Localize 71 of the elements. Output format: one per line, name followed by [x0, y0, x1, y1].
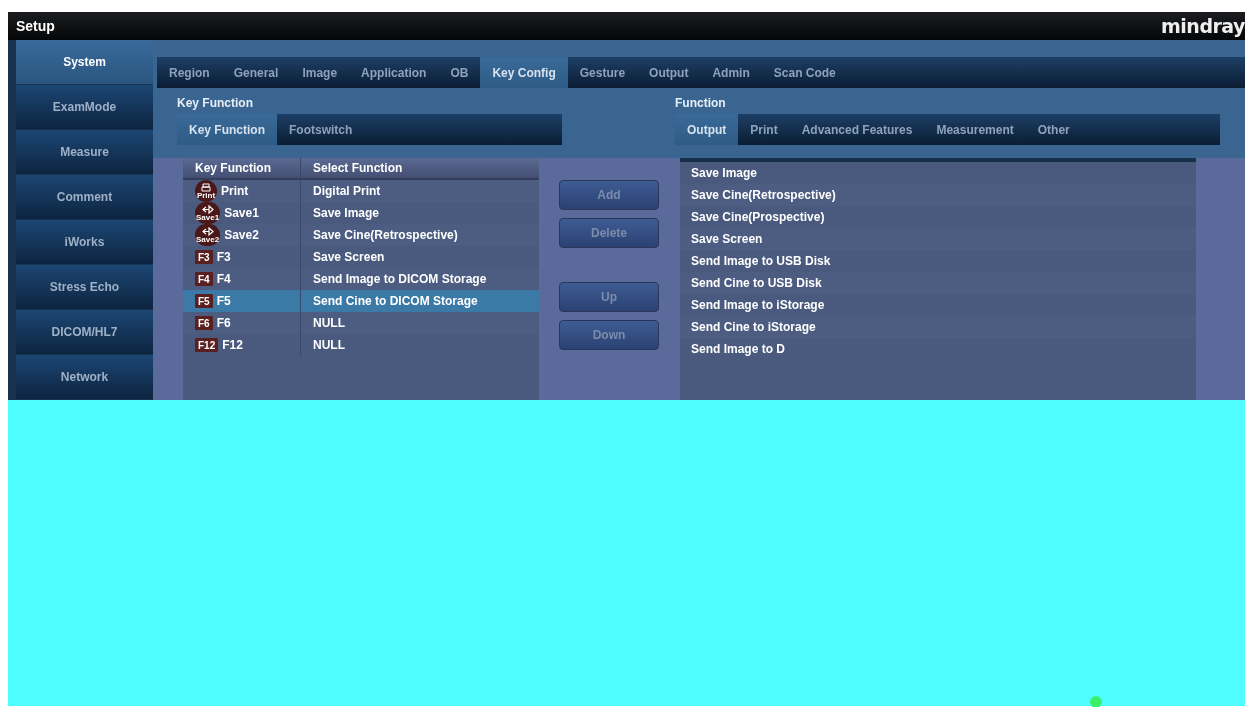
- function-name: NULL: [313, 316, 345, 330]
- window-title: Setup: [16, 18, 55, 34]
- tab[interactable]: Print: [738, 114, 790, 145]
- table-row[interactable]: Save2 Save2 Save Cine(Retrospective): [183, 224, 539, 246]
- tab[interactable]: Footswitch: [277, 114, 365, 145]
- key-badge: F12: [195, 338, 219, 352]
- tab[interactable]: Application: [349, 57, 439, 88]
- tab[interactable]: Scan Code: [761, 57, 848, 88]
- table-row[interactable]: F4 F4 Send Image to DICOM Storage: [183, 268, 539, 290]
- tab[interactable]: Output: [675, 114, 739, 145]
- key-name: F3: [216, 250, 231, 264]
- sidebar-item[interactable]: ExamMode: [16, 85, 153, 129]
- key-name: F12: [222, 338, 243, 352]
- function-name: NULL: [313, 338, 345, 352]
- tab[interactable]: Region: [157, 57, 222, 88]
- table-row[interactable]: F5 F5 Send Cine to DICOM Storage: [183, 290, 539, 312]
- key-badge: Save1: [195, 202, 221, 224]
- sidebar-item[interactable]: DICOM/HL7: [16, 310, 153, 354]
- sidebar-item[interactable]: Network: [16, 355, 153, 399]
- key-name: F5: [216, 294, 231, 308]
- function-name: Save Cine(Retrospective): [313, 228, 458, 242]
- tab[interactable]: Measurement: [924, 114, 1026, 145]
- tab[interactable]: Key Function: [177, 114, 277, 145]
- function-item[interactable]: Save Cine(Retrospective): [680, 184, 1196, 206]
- tab[interactable]: Advanced Features: [789, 114, 925, 145]
- tab[interactable]: OB: [438, 57, 481, 88]
- key-name: F6: [216, 316, 231, 330]
- section-title: Key Function: [177, 95, 254, 112]
- glitch-dot: [1090, 696, 1102, 707]
- function-name: Send Image to DICOM Storage: [313, 272, 487, 286]
- tab[interactable]: Output: [637, 57, 701, 88]
- sidebar-item[interactable]: Comment: [16, 175, 153, 219]
- key-badge: F6: [195, 316, 213, 330]
- key-badge: F5: [195, 294, 213, 308]
- column-header: Select Function: [300, 158, 539, 178]
- table-row[interactable]: Print Print Digital Print: [183, 180, 539, 202]
- brand-logo: mindray: [1161, 15, 1245, 37]
- key-badge: F4: [195, 272, 213, 286]
- key-badge: Print: [195, 180, 217, 202]
- function-name: Save Image: [313, 206, 380, 220]
- sidebar-item[interactable]: Stress Echo: [16, 265, 153, 309]
- function-name: Save Screen: [313, 250, 385, 264]
- function-item[interactable]: Save Screen: [680, 228, 1196, 250]
- function-item[interactable]: Save Image: [680, 162, 1196, 184]
- key-name: F4: [216, 272, 231, 286]
- sidebar-item[interactable]: Measure: [16, 130, 153, 174]
- sidebar-item[interactable]: iWorks: [16, 220, 153, 264]
- table-row[interactable]: F12 F12 NULL: [183, 334, 539, 356]
- key-name: Save1: [224, 206, 259, 220]
- function-item[interactable]: Send Cine to iStorage: [680, 316, 1196, 338]
- key-name: Print: [221, 184, 249, 198]
- column-header: Key Function: [194, 160, 272, 177]
- function-item[interactable]: Save Cine(Prospective): [680, 206, 1196, 228]
- tab[interactable]: Admin: [700, 57, 762, 88]
- tab[interactable]: Key Config: [480, 57, 568, 88]
- function-item[interactable]: Send Image to iStorage: [680, 294, 1196, 316]
- tab[interactable]: Other: [1025, 114, 1082, 145]
- tab[interactable]: Gesture: [567, 57, 638, 88]
- function-item[interactable]: Send Image to D: [680, 338, 1196, 360]
- function-item[interactable]: Send Image to USB Disk: [680, 250, 1196, 272]
- sidebar-item[interactable]: System: [16, 40, 153, 84]
- tab[interactable]: General: [221, 57, 291, 88]
- function-item[interactable]: Send Cine to USB Disk: [680, 272, 1196, 294]
- key-name: Save2: [224, 228, 259, 242]
- key-badge: Save2: [195, 224, 221, 246]
- key-badge: F3: [195, 250, 213, 264]
- function-name: Send Cine to DICOM Storage: [313, 294, 478, 308]
- section-title: Function: [675, 95, 727, 112]
- table-row[interactable]: F6 F6 NULL: [183, 312, 539, 334]
- tab[interactable]: Image: [290, 57, 350, 88]
- function-name: Digital Print: [313, 184, 381, 198]
